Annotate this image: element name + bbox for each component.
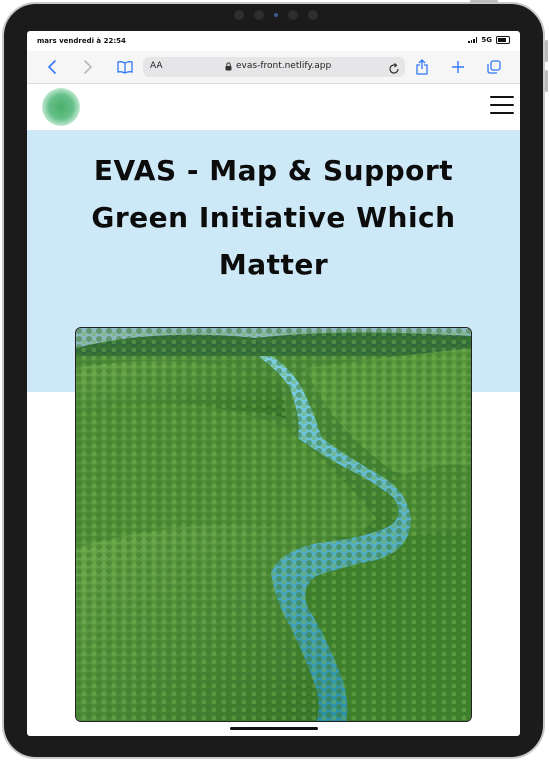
sensor-icon [308, 10, 318, 20]
back-icon [47, 60, 56, 74]
text-size-button[interactable]: AA [150, 61, 163, 71]
bookmarks-icon [117, 61, 133, 74]
url-text: evas-front.netlify.app [236, 61, 332, 71]
sensor-icon [234, 10, 244, 20]
forward-icon [84, 60, 93, 74]
screen: mars vendredi à 22:54 5G AA evas-front.n… [27, 31, 520, 736]
share-button[interactable] [412, 57, 432, 77]
tabs-icon [487, 60, 501, 74]
share-icon [416, 59, 428, 75]
home-indicator[interactable] [230, 727, 318, 730]
back-button[interactable] [42, 57, 62, 77]
volume-up-button [545, 40, 548, 62]
menu-button[interactable] [490, 96, 514, 116]
site-logo[interactable] [42, 88, 80, 126]
status-indicators: 5G [468, 36, 510, 44]
reload-button[interactable] [388, 60, 400, 79]
status-bar: mars vendredi à 22:54 5G [27, 31, 520, 51]
hero-image [75, 327, 472, 722]
signal-icon [468, 37, 478, 43]
camera-icon [274, 13, 278, 17]
volume-down-button [545, 70, 548, 92]
hamburger-icon [490, 96, 514, 98]
forward-button[interactable] [78, 57, 98, 77]
browser-toolbar: AA evas-front.netlify.app [27, 51, 520, 84]
power-button [470, 0, 498, 3]
sensor-icon [254, 10, 264, 20]
hero-title: EVAS - Map & Support Green Initiative Wh… [91, 154, 456, 281]
new-tab-button[interactable] [448, 57, 468, 77]
reload-icon [389, 63, 399, 74]
new-tab-icon [452, 61, 464, 73]
sensor-icon [288, 10, 298, 20]
forest-river-illustration [76, 328, 471, 721]
tabs-button[interactable] [484, 57, 504, 77]
url-display[interactable]: evas-front.netlify.app [225, 61, 331, 71]
bookmarks-button[interactable] [115, 57, 135, 77]
lock-icon [225, 61, 232, 70]
battery-icon [496, 36, 510, 44]
site-header [27, 84, 520, 130]
camera-bar [224, 8, 328, 22]
address-bar[interactable]: AA evas-front.netlify.app [143, 57, 405, 77]
network-label: 5G [481, 36, 492, 44]
status-time: mars vendredi à 22:54 [37, 37, 126, 45]
